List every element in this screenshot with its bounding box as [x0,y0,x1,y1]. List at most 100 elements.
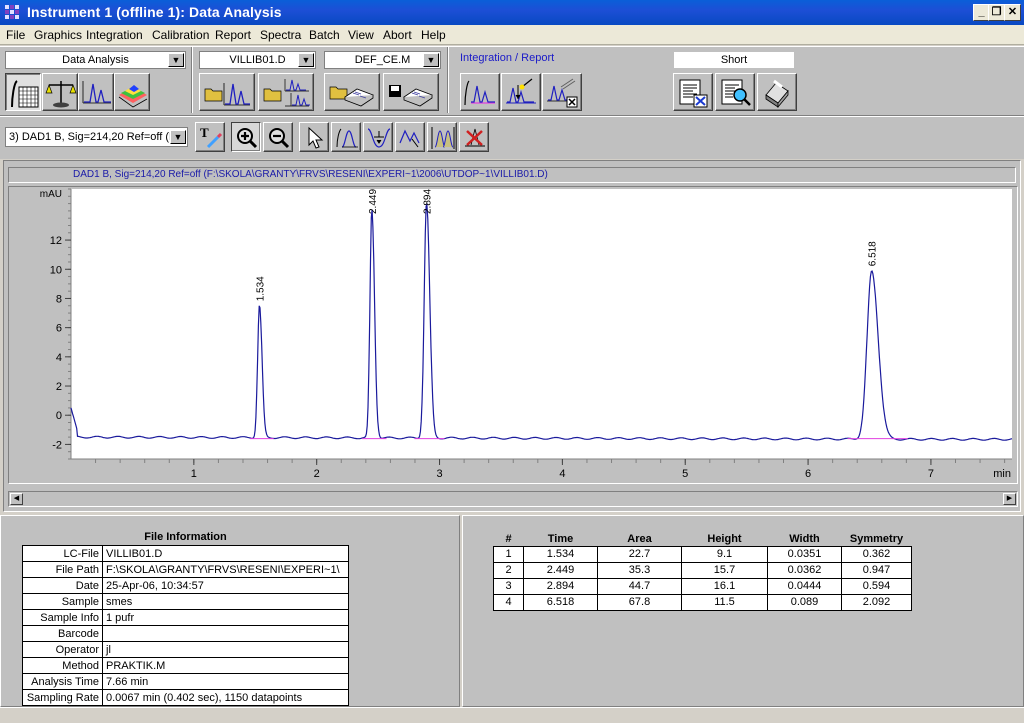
file-info-row: Date 25-Apr-06, 10:34:57 [22,577,349,594]
toolbar-area: Data Analysis ▼ VILLIB01.D ▼ DEF_CE.M ▼ … [0,46,1024,159]
split-peak-button[interactable] [395,122,425,152]
file-info-value [102,625,349,642]
menu-calibration[interactable]: Calibration [152,28,209,42]
load-method-button[interactable] [324,73,380,111]
report-style-value: Short [720,54,748,66]
peak-cell: 0.362 [841,545,912,563]
calibration-view-button[interactable] [42,73,78,111]
method-select[interactable]: DEF_CE.M ▼ [324,51,441,69]
text-tool-button[interactable]: T [195,122,225,152]
preview-report-button[interactable] [715,73,755,111]
y-tick-label: 12 [50,235,62,247]
menu-spectra[interactable]: Spectra [260,28,301,42]
report-style-field[interactable]: Short [673,51,795,69]
column-header[interactable]: Symmetry [842,532,912,546]
dropdown-arrow-icon[interactable]: ▼ [423,53,439,67]
peak-cell: 67.8 [597,593,682,611]
restore-button[interactable]: ❐ [988,4,1005,21]
column-header[interactable]: # [494,532,524,546]
peak-width-button[interactable] [427,122,457,152]
specify-report-button[interactable] [673,73,713,111]
file-info-value: 7.66 min [102,673,349,690]
peak-cell: 2 [493,561,524,579]
chromatogram-panel: DAD1 B, Sig=214,20 Ref=off (F:\SKOLA\GRA… [3,160,1021,512]
3d-view-button[interactable] [114,73,150,111]
horizontal-scrollbar[interactable]: ◀ ▶ [8,491,1018,507]
view-select-value: Data Analysis [62,54,129,66]
specify-report-icon [679,79,708,108]
file-info-key: File Path [22,561,103,578]
view-select[interactable]: Data Analysis ▼ [5,51,186,69]
menu-help[interactable]: Help [421,28,446,42]
integrate-button[interactable] [460,73,500,111]
peak-cell: 6.518 [523,593,598,611]
menu-abort[interactable]: Abort [383,28,412,42]
manual-integration-button[interactable] [331,122,361,152]
peak-label: 6.518 [868,241,879,266]
peak-table: # Time Area Height Width Symmetry 1 1.534 22.7 9… [493,532,912,611]
integration-view-button[interactable] [5,73,41,111]
plot-area [71,189,1012,459]
file-info-row: Barcode [22,625,349,642]
scroll-right-icon[interactable]: ▶ [1003,493,1016,505]
print-report-button[interactable] [757,73,797,111]
save-method-button[interactable] [383,73,439,111]
menu-integration[interactable]: Integration [86,28,143,42]
delete-integration-icon [547,78,578,108]
delete-integration-button[interactable] [542,73,582,111]
app-icon[interactable] [4,4,20,20]
restore-icon: ❐ [991,6,1002,18]
load-multiple-signals-button[interactable] [258,73,314,111]
load-signal-button[interactable] [199,73,255,111]
file-information-panel: File Information LC-File VILLIB01.D File P… [0,515,460,707]
column-header[interactable]: Width [768,532,842,546]
baseline-tool-button[interactable] [363,122,393,152]
data-file-select[interactable]: VILLIB01.D ▼ [199,51,316,69]
file-info-value: smes [102,593,349,610]
peak-row[interactable]: 2 2.449 35.3 15.7 0.0362 0.947 [493,561,912,579]
menu-report[interactable]: Report [215,28,251,42]
peak-cell: 0.0362 [767,561,842,579]
file-info-row: LC-File VILLIB01.D [22,545,349,562]
peak-row[interactable]: 3 2.894 44.7 16.1 0.0444 0.594 [493,577,912,595]
signal-select[interactable]: 3) DAD1 B, Sig=214,20 Ref=off (F ▼ [5,127,188,147]
delete-peak-button[interactable] [459,122,489,152]
file-info-key: Sample [22,593,103,610]
menu-batch[interactable]: Batch [309,28,340,42]
column-header[interactable]: Time [524,532,598,546]
peak-cell: 0.089 [767,593,842,611]
zoom-in-icon [237,128,258,149]
menu-bar: File Graphics Integration Calibration Re… [0,25,1024,45]
dropdown-arrow-icon[interactable]: ▼ [168,53,184,67]
x-axis-label: min [993,468,1011,480]
file-info-key: Sampling Rate [22,689,103,706]
menu-file[interactable]: File [6,28,25,42]
preview-report-icon [721,79,751,106]
menu-view[interactable]: View [348,28,374,42]
dropdown-arrow-icon[interactable]: ▼ [170,130,186,144]
chromatogram-view-button[interactable] [78,73,114,111]
dropdown-arrow-icon[interactable]: ▼ [298,53,314,67]
peak-cell: 0.0444 [767,577,842,595]
close-button[interactable]: ✕ [1004,4,1021,21]
zoom-in-button[interactable] [231,122,261,152]
peak-row[interactable]: 1 1.534 22.7 9.1 0.0351 0.362 [493,545,912,563]
scroll-left-icon[interactable]: ◀ [10,493,23,505]
file-info-row: Sampling Rate 0.0067 min (0.402 sec), 115… [22,689,349,706]
auto-integrate-button[interactable] [501,73,541,111]
chromatogram-chart[interactable]: -2024681012mAU1 2 3 4 5 6 7 min1.5342.449 2.8946… [9,187,1017,483]
column-header[interactable]: Height [682,532,768,546]
peak-cell: 15.7 [681,561,768,579]
select-pointer-button[interactable] [299,122,329,152]
y-tick-label: -2 [52,439,62,451]
file-info-row: Sample Info 1 pufr [22,609,349,626]
peak-cell: 3 [493,577,524,595]
method-value: DEF_CE.M [354,54,411,66]
integration-table-icon [11,80,39,108]
column-header[interactable]: Area [598,532,682,546]
peak-row[interactable]: 4 6.518 67.8 11.5 0.089 2.092 [493,593,912,611]
peak-cell: 22.7 [597,545,682,563]
menu-graphics[interactable]: Graphics [34,28,82,42]
x-tick-label: 3 [436,468,442,480]
zoom-out-button[interactable] [263,122,293,152]
